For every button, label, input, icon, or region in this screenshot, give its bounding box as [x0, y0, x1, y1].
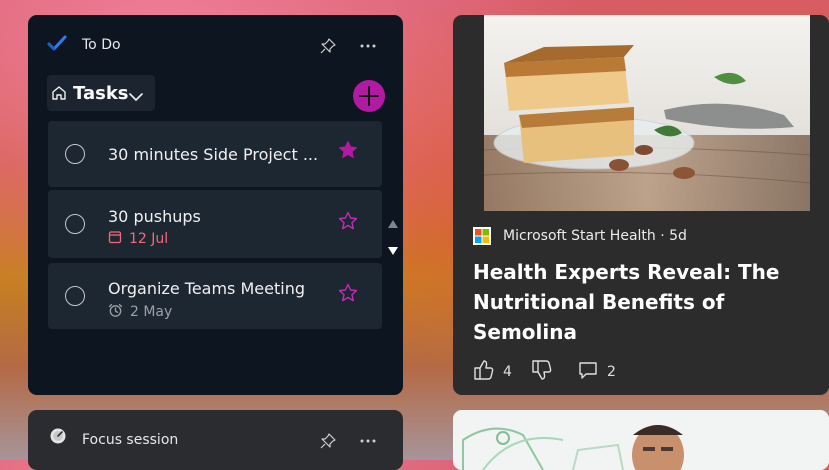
home-icon	[51, 85, 67, 105]
thumbs-down-icon	[531, 359, 553, 385]
list-name: Tasks	[73, 83, 129, 104]
task-item[interactable]: 30 minutes Side Project ...	[48, 121, 382, 187]
widget-title: Focus session	[82, 432, 179, 448]
alarm-icon	[108, 303, 123, 322]
calendar-icon	[108, 230, 122, 248]
add-task-button[interactable]	[353, 80, 385, 112]
scroll-up-icon[interactable]	[387, 214, 399, 233]
thumbs-up-icon	[473, 359, 495, 385]
task-reminder-text: 2 May	[130, 304, 173, 320]
todo-widget: To Do Tasks 30 minutes Side Project ... …	[28, 15, 403, 395]
todo-check-icon	[47, 34, 67, 54]
plus-icon	[359, 86, 379, 106]
star-filled-icon[interactable]	[338, 140, 358, 160]
like-count: 4	[503, 364, 512, 380]
article-image	[484, 15, 810, 211]
todo-header: To Do	[28, 15, 403, 75]
article-source: Microsoft Start Health · 5d	[503, 228, 687, 244]
task-due-date: 12 Jul	[108, 230, 168, 248]
chevron-down-icon	[129, 87, 143, 106]
task-title: 30 minutes Side Project ...	[108, 145, 319, 164]
focus-clock-icon	[49, 427, 69, 447]
focus-session-widget: Focus session	[28, 410, 403, 470]
article-headline[interactable]: Health Experts Reveal: The Nutritional B…	[473, 257, 818, 347]
more-options-icon[interactable]	[357, 430, 379, 452]
news-card-2[interactable]	[453, 410, 829, 470]
task-complete-checkbox[interactable]	[65, 286, 85, 306]
pin-icon[interactable]	[317, 35, 339, 57]
microsoft-logo-icon	[473, 227, 491, 245]
article-image-2	[453, 410, 829, 470]
article-source-row: Microsoft Start Health · 5d	[473, 227, 687, 245]
task-item[interactable]: 30 pushups 12 Jul	[48, 190, 382, 258]
comment-icon	[577, 359, 599, 385]
task-complete-checkbox[interactable]	[65, 214, 85, 234]
like-button[interactable]: 4	[473, 360, 512, 384]
widget-title: To Do	[82, 37, 121, 53]
task-title: 30 pushups	[108, 207, 201, 226]
task-item[interactable]: Organize Teams Meeting 2 May	[48, 263, 382, 329]
star-outline-icon[interactable]	[338, 283, 358, 303]
pin-icon[interactable]	[317, 430, 339, 452]
star-outline-icon[interactable]	[338, 211, 358, 231]
task-title: Organize Teams Meeting	[108, 279, 305, 298]
scroll-down-icon[interactable]	[387, 241, 399, 260]
comments-button[interactable]: 2	[577, 360, 616, 384]
dislike-button[interactable]	[531, 360, 553, 384]
task-complete-checkbox[interactable]	[65, 144, 85, 164]
more-options-icon[interactable]	[357, 35, 379, 57]
comment-count: 2	[607, 364, 616, 380]
list-selector[interactable]: Tasks	[47, 75, 155, 111]
news-card[interactable]: Microsoft Start Health · 5d Health Exper…	[453, 15, 829, 395]
task-reminder: 2 May	[108, 303, 172, 321]
task-due-date-text: 12 Jul	[129, 231, 169, 247]
